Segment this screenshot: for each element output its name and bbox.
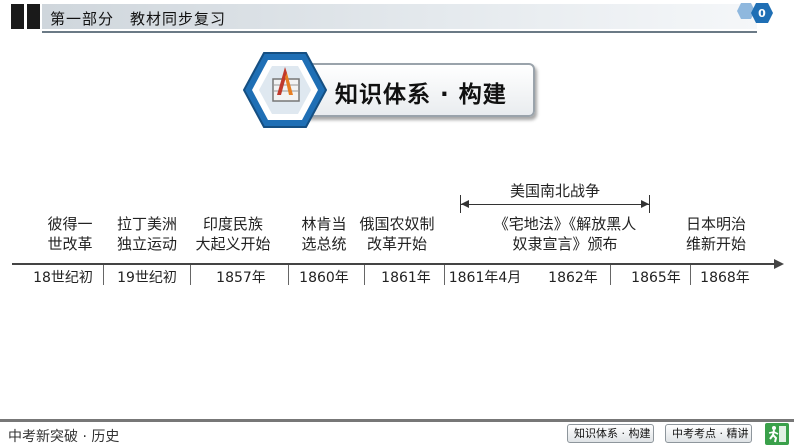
- timeline-arrowhead: [774, 259, 784, 269]
- timeline-date: 1857年: [216, 270, 266, 286]
- timeline-date: 1861年4月: [448, 270, 522, 286]
- header-decoration-block: [11, 4, 24, 29]
- section-banner: 知识体系 · 构建: [242, 51, 539, 128]
- footer-rule: [0, 419, 794, 422]
- running-man-exit-icon[interactable]: [765, 423, 789, 445]
- bottom-footer-bar: 中考新突破 · 历史 知识体系 · 构建 中考考点 · 精讲: [0, 419, 794, 447]
- footer-brand: 中考新突破 · 历史: [8, 429, 120, 445]
- timeline-date: 19世纪初: [117, 270, 177, 286]
- header-decoration-block: [27, 4, 40, 29]
- timeline-event: 《宅地法》《解放黑人 奴隶宣言》颁布: [493, 215, 637, 253]
- timeline-date: 1860年: [299, 270, 349, 286]
- knowledge-system-button[interactable]: 知识体系 · 构建: [567, 424, 654, 443]
- history-timeline: 美国南北战争 彼得一 世改革 拉丁美洲 独立运动 印度民族 大起义开始 林肯当 选总统 …: [0, 180, 794, 300]
- exam-points-button[interactable]: 中考考点 · 精讲: [665, 424, 752, 443]
- timeline-date: 1862年: [548, 270, 598, 286]
- timeline-date: 18世纪初: [33, 270, 93, 286]
- timeline-event: 日本明治 维新开始: [685, 215, 746, 253]
- timeline-date: 1868年: [700, 270, 750, 286]
- banner-title: 知识体系 · 构建: [335, 82, 507, 108]
- timeline-event: 俄国农奴制 改革开始: [359, 215, 435, 253]
- top-header-bar: 第一部分 教材同步复习 0: [0, 0, 794, 34]
- timeline-axis: [12, 263, 777, 265]
- timeline-date: 1861年: [381, 270, 431, 286]
- header-title: 第一部分 教材同步复习: [50, 10, 227, 28]
- pencil-ruler-icon: [242, 51, 328, 133]
- page-number: 0: [758, 7, 766, 20]
- header-underline: [42, 31, 757, 33]
- civil-war-span-bracket: [460, 195, 650, 215]
